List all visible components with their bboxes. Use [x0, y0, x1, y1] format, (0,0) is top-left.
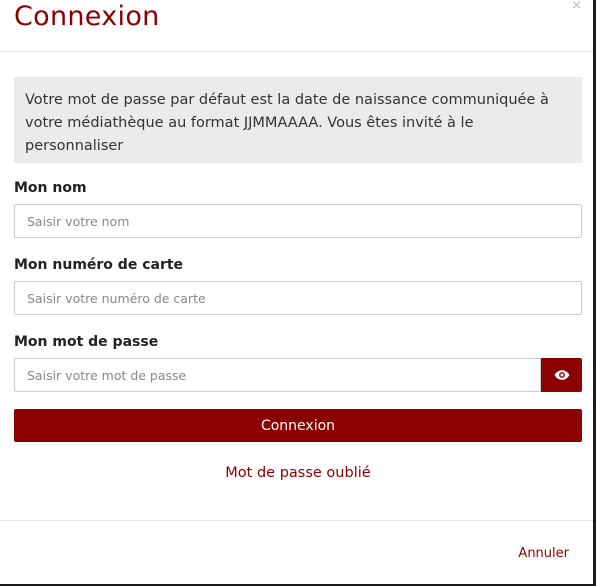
- close-icon[interactable]: ×: [571, 0, 582, 12]
- login-dialog: Connexion × Votre mot de passe par défau…: [0, 0, 596, 586]
- password-input[interactable]: [14, 358, 541, 392]
- dialog-title: Connexion: [14, 1, 160, 32]
- card-number-label: Mon numéro de carte: [14, 257, 184, 273]
- login-button[interactable]: Connexion: [14, 409, 582, 442]
- name-label: Mon nom: [14, 180, 87, 196]
- password-notice: Votre mot de passe par défaut est la dat…: [14, 77, 582, 163]
- eye-icon: [554, 369, 570, 381]
- header-divider: [0, 51, 596, 52]
- card-number-input[interactable]: [14, 281, 582, 315]
- show-password-button[interactable]: [541, 358, 582, 392]
- footer-divider: [0, 520, 596, 521]
- password-label: Mon mot de passe: [14, 334, 159, 350]
- cancel-button[interactable]: Annuler: [518, 546, 569, 561]
- forgot-password-link[interactable]: Mot de passe oublié: [0, 465, 596, 481]
- name-input[interactable]: [14, 204, 582, 238]
